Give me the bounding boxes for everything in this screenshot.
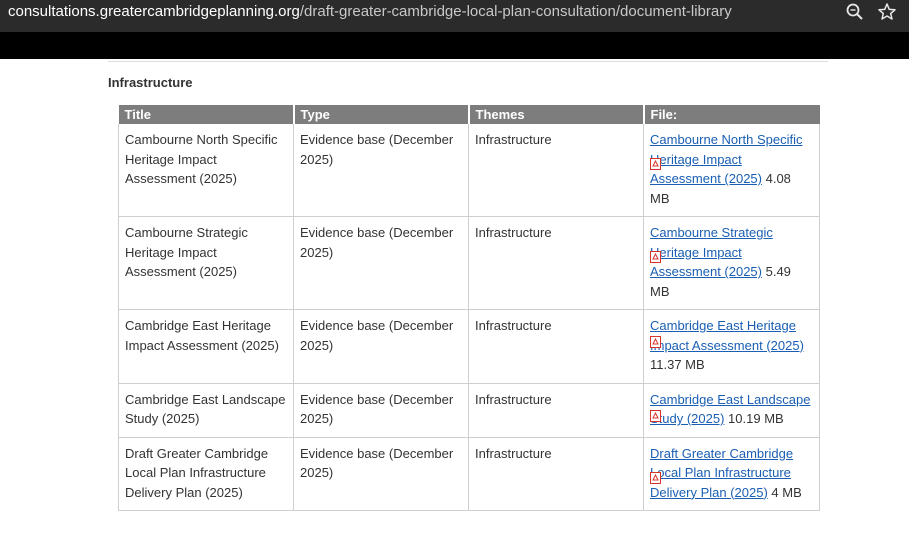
cell-title: Draft Greater Cambridge Local Plan Infra… <box>118 437 294 511</box>
pdf-icon <box>650 158 661 170</box>
cell-type: Evidence base (December 2025) <box>293 383 469 438</box>
url-path: /draft-greater-cambridge-local-plan-cons… <box>299 3 732 20</box>
header-title: Title <box>118 105 295 124</box>
pdf-icon <box>650 409 661 422</box>
browser-address-bar[interactable]: consultations.greatercambridgeplanning.o… <box>0 0 909 32</box>
section-title: Infrastructure <box>108 75 193 90</box>
cell-type: Evidence base (December 2025) <box>293 309 469 384</box>
cell-file: Cambridge East Landscape Study (2025) 10… <box>643 383 820 438</box>
pdf-icon <box>650 471 661 484</box>
url-host: consultations.greatercambridgeplanning.o… <box>8 3 300 20</box>
cell-file: Cambourne Strategic Heritage Impact Asse… <box>643 216 820 310</box>
cell-type: Evidence base (December 2025) <box>293 437 469 511</box>
cell-title: Cambridge East Landscape Study (2025) <box>118 383 294 438</box>
pdf-icon <box>650 251 661 263</box>
cell-themes: Infrastructure <box>468 383 644 438</box>
document-table: Title Type Themes File: Cambourne North … <box>118 105 820 511</box>
cell-themes: Infrastructure <box>468 124 644 217</box>
cell-file: Cambourne North Specific Heritage Impact… <box>643 124 820 217</box>
cell-file: Cambridge East Heritage Impact Assessmen… <box>643 309 820 384</box>
header-type: Type <box>293 105 470 124</box>
cell-file: Draft Greater Cambridge Local Plan Infra… <box>643 437 820 511</box>
file-link[interactable]: Cambridge East Heritage Impact Assessmen… <box>650 318 804 353</box>
file-size: 11.37 MB <box>650 357 705 372</box>
table-header-row: Title Type Themes File: <box>118 105 820 124</box>
header-themes: Themes <box>468 105 645 124</box>
divider <box>108 61 828 62</box>
zoom-icon[interactable] <box>844 1 866 23</box>
table-row: Cambourne North Specific Heritage Impact… <box>118 124 820 217</box>
cell-themes: Infrastructure <box>468 216 644 310</box>
cell-type: Evidence base (December 2025) <box>293 124 469 217</box>
table-row: Cambridge East Heritage Impact Assessmen… <box>118 309 820 384</box>
table-row: Cambourne Strategic Heritage Impact Asse… <box>118 216 820 310</box>
cell-title: Cambourne Strategic Heritage Impact Asse… <box>118 216 294 310</box>
star-icon[interactable] <box>876 1 898 23</box>
file-size: 4 MB <box>767 484 802 500</box>
cell-themes: Infrastructure <box>468 437 644 511</box>
pdf-icon <box>650 336 661 348</box>
cell-title: Cambridge East Heritage Impact Assessmen… <box>118 309 294 384</box>
table-row: Draft Greater Cambridge Local Plan Infra… <box>118 437 820 511</box>
cell-title: Cambourne North Specific Heritage Impact… <box>118 124 294 217</box>
url-text[interactable]: consultations.greatercambridgeplanning.o… <box>8 0 732 24</box>
file-size: 10.19 MB <box>724 411 784 426</box>
cell-themes: Infrastructure <box>468 309 644 384</box>
table-row: Cambridge East Landscape Study (2025) Ev… <box>118 383 820 438</box>
cell-type: Evidence base (December 2025) <box>293 216 469 310</box>
header-file: File: <box>643 105 820 124</box>
toolbar-strip <box>0 32 909 59</box>
file-link[interactable]: Cambourne Strategic Heritage Impact Asse… <box>650 225 773 279</box>
